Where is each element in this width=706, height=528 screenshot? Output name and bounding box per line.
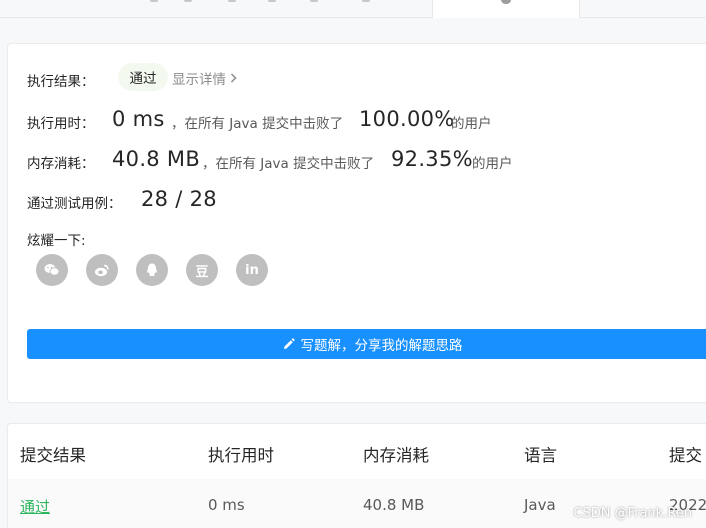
qq-icon[interactable]: [136, 254, 168, 286]
tab-icon: [501, 0, 511, 4]
memory-label: 内存消耗：: [27, 156, 95, 172]
result-card: 执行结果： 通过 显示详情 执行用时： 0 ms ，在所有 Java 提交中击败…: [7, 43, 706, 403]
header-language: 语言: [524, 446, 557, 465]
chevron-right-icon: [230, 73, 237, 83]
status-badge: 通过: [118, 63, 168, 91]
memory-beat-prefix: ，在所有 Java 提交中击败了: [202, 156, 375, 172]
runtime-label: 执行用时：: [27, 116, 95, 132]
row-status-link[interactable]: 通过: [20, 496, 50, 517]
row-memory: 40.8 MB: [363, 496, 425, 514]
douban-icon[interactable]: 豆: [186, 254, 218, 286]
linkedin-glyph: in: [245, 262, 259, 278]
show-details-label: 显示详情: [172, 72, 226, 88]
tab-submission-result[interactable]: [432, 0, 580, 18]
cropped-tab-labels: [150, 0, 410, 6]
tab-strip: [0, 0, 432, 18]
runtime-percent: 100.00%: [359, 107, 455, 131]
write-solution-button[interactable]: 写题解，分享我的解题思路: [27, 329, 706, 359]
tab-strip-right: [580, 0, 706, 18]
header-submit-time: 提交: [669, 446, 702, 465]
top-tab-bar: [0, 0, 706, 18]
pencil-icon: [282, 337, 295, 351]
memory-value: 40.8 MB: [112, 147, 201, 171]
runtime-beat-prefix: ，在所有 Java 提交中击败了: [171, 116, 344, 132]
tests-value: 28 / 28: [141, 187, 217, 211]
show-details-link[interactable]: 显示详情: [172, 68, 237, 88]
watermark: CSDN @Frank.Ren: [573, 506, 692, 521]
share-label: 炫耀一下:: [27, 233, 86, 249]
memory-percent: 92.35%: [391, 147, 473, 171]
douban-glyph: 豆: [195, 264, 209, 280]
header-status: 提交结果: [20, 446, 86, 465]
tests-label: 通过测试用例：: [27, 196, 122, 212]
write-solution-label: 写题解，分享我的解题思路: [300, 338, 463, 354]
linkedin-icon[interactable]: in: [236, 254, 268, 286]
runtime-beat-suffix: 的用户: [451, 116, 492, 132]
memory-beat-suffix: 的用户: [472, 156, 513, 172]
status-label: 执行结果：: [27, 74, 95, 90]
wechat-icon[interactable]: [36, 254, 68, 286]
runtime-value: 0 ms: [112, 107, 165, 131]
header-memory: 内存消耗: [363, 446, 429, 465]
weibo-icon[interactable]: [86, 254, 118, 286]
row-language: Java: [524, 496, 556, 514]
row-runtime: 0 ms: [208, 496, 245, 514]
header-runtime: 执行用时: [208, 446, 274, 465]
